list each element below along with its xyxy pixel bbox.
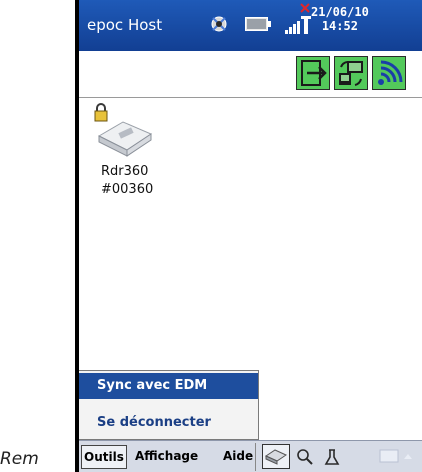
- reader-icon: [97, 121, 153, 157]
- tools-menu-popup: Sync avec EDM Se déconnecter: [79, 370, 259, 440]
- wireless-icon: [378, 60, 403, 85]
- keyboard-icon[interactable]: [379, 449, 415, 465]
- toolbar: [79, 51, 422, 98]
- reader-icon: [264, 449, 288, 465]
- exit-button[interactable]: [296, 56, 330, 90]
- reader-label: Rdr360 #00360: [101, 163, 153, 199]
- menu-item-disconnect[interactable]: Se déconnecter: [79, 410, 258, 436]
- title-bar: epoc Host 21/06/10 14:52: [79, 0, 422, 51]
- menu-bar: Outils Affichage Aide: [79, 440, 422, 472]
- test-tube-icon[interactable]: [323, 447, 341, 467]
- sync-icon[interactable]: [207, 12, 231, 36]
- date-text: 21/06/10: [311, 5, 369, 19]
- zoom-icon[interactable]: [295, 447, 315, 467]
- wireless-button[interactable]: [372, 56, 406, 90]
- menu-aide[interactable]: Aide: [223, 449, 253, 463]
- caption-text: Rem: [0, 449, 39, 469]
- time-text: 14:52: [321, 19, 358, 33]
- pda-screen: epoc Host 21/06/10 14:52 Rdr360 #00360 S…: [75, 0, 422, 472]
- host-sync-icon: [339, 61, 363, 86]
- host-sync-button[interactable]: [334, 56, 368, 90]
- reader-toolbar-button[interactable]: [262, 444, 290, 469]
- device-list: Rdr360 #00360: [79, 98, 422, 370]
- clock[interactable]: 21/06/10 14:52: [311, 5, 369, 33]
- menu-separator: [255, 443, 256, 471]
- menu-affichage[interactable]: Affichage: [135, 449, 198, 463]
- app-title: epoc Host: [87, 16, 163, 34]
- menu-item-sync-edm[interactable]: Sync avec EDM: [79, 373, 258, 399]
- exit-icon: [301, 60, 327, 86]
- reader-serial: #00360: [101, 182, 154, 197]
- menu-outils[interactable]: Outils: [81, 445, 127, 469]
- battery-icon[interactable]: [245, 17, 271, 31]
- reader-name: Rdr360: [101, 164, 149, 179]
